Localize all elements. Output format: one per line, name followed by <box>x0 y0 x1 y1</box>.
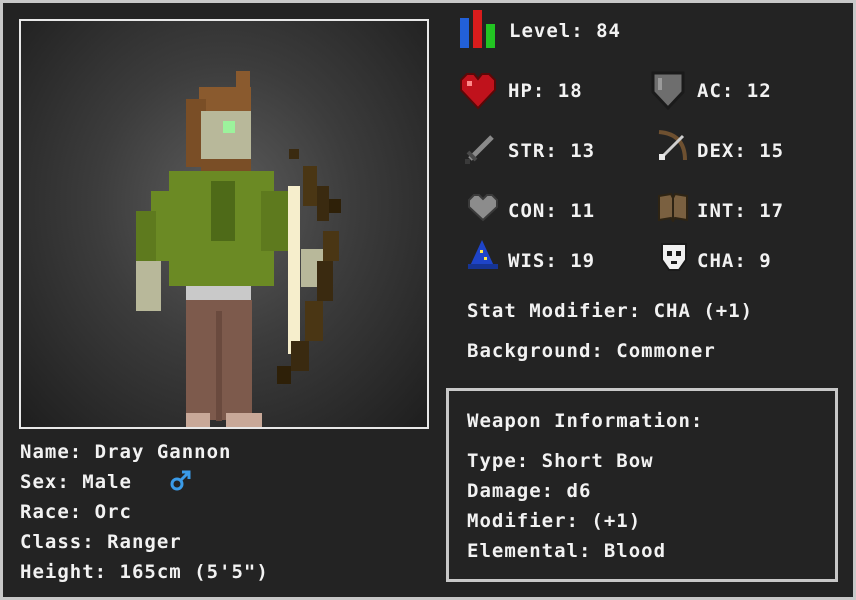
character-portrait <box>19 19 429 429</box>
str-label: STR: 13 <box>508 140 596 162</box>
sword-icon <box>465 135 494 164</box>
grey-heart-icon <box>468 194 498 222</box>
hp-label: HP: 18 <box>508 80 583 102</box>
book-icon <box>658 192 688 222</box>
weapon-elemental: Elemental: Blood <box>467 540 667 562</box>
character-class: Class: Ranger <box>20 531 182 553</box>
cha-label: CHA: 9 <box>697 250 772 272</box>
character-name: Name: Dray Gannon <box>20 441 232 463</box>
character-sex: Sex: Male <box>20 471 132 493</box>
bar-chart-icon <box>460 10 495 48</box>
shield-icon <box>651 71 685 110</box>
heart-icon <box>460 73 496 110</box>
weapon-info-title: Weapon Information: <box>467 410 704 432</box>
wis-label: WIS: 19 <box>508 250 596 272</box>
weapon-damage: Damage: d6 <box>467 480 592 502</box>
con-label: CON: 11 <box>508 200 596 222</box>
background: Background: Commoner <box>467 340 716 362</box>
skull-mask-icon <box>661 243 687 271</box>
ac-label: AC: 12 <box>697 80 772 102</box>
ranger-sprite <box>136 71 341 427</box>
weapon-type: Type: Short Bow <box>467 450 654 472</box>
character-race: Race: Orc <box>20 501 132 523</box>
bow-arrow-icon <box>658 130 687 161</box>
character-height: Height: 165cm (5'5") <box>20 561 269 583</box>
stat-modifier: Stat Modifier: CHA (+1) <box>467 300 754 322</box>
male-symbol-icon <box>170 470 191 491</box>
dex-label: DEX: 15 <box>697 140 785 162</box>
int-label: INT: 17 <box>697 200 785 222</box>
weapon-modifier: Modifier: (+1) <box>467 510 642 532</box>
level-label: Level: 84 <box>509 20 621 42</box>
wizard-hat-icon <box>468 240 498 269</box>
